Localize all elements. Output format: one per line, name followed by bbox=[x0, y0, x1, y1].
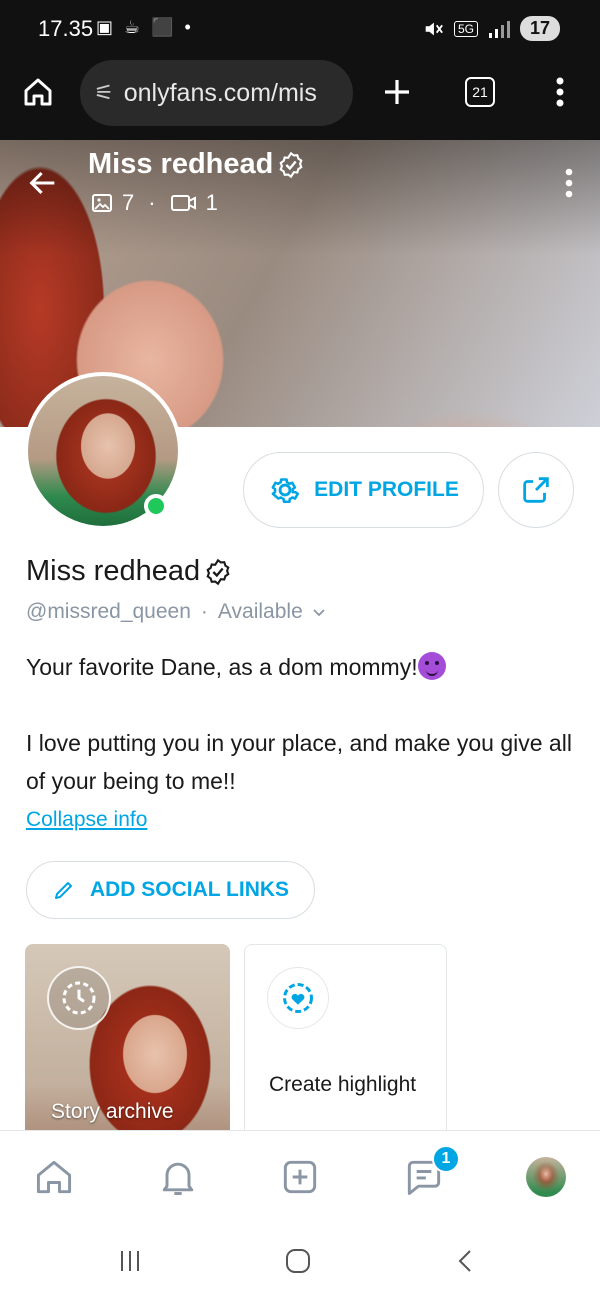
cover-name: Miss redhead bbox=[88, 148, 274, 180]
verified-icon bbox=[279, 151, 303, 178]
recent-apps-button[interactable] bbox=[110, 1244, 150, 1278]
notification-icons: ▣ ☕ ⬛ • bbox=[96, 17, 194, 37]
video-icon bbox=[170, 195, 196, 211]
bio-line-2: I love putting you in your place, and ma… bbox=[26, 730, 572, 794]
availability-status: Available bbox=[217, 600, 303, 623]
tab-switcher-button[interactable]: 21 bbox=[458, 70, 502, 114]
home-button[interactable] bbox=[16, 70, 60, 114]
profile-more-button[interactable] bbox=[564, 168, 574, 203]
add-social-links-button[interactable]: ADD SOCIAL LINKS bbox=[26, 861, 315, 919]
share-profile-button[interactable] bbox=[498, 452, 574, 528]
edit-profile-button[interactable]: EDIT PROFILE bbox=[243, 452, 484, 528]
username-handle: @missred_queen bbox=[26, 600, 191, 623]
system-back-button[interactable] bbox=[446, 1244, 486, 1278]
bio-line-1: Your favorite Dane, as a dom mommy! bbox=[26, 648, 574, 686]
arrow-left-icon bbox=[29, 171, 55, 195]
nav-profile-avatar[interactable] bbox=[526, 1157, 566, 1197]
story-archive-label: Story archive bbox=[51, 1100, 174, 1123]
back-button[interactable] bbox=[26, 166, 60, 205]
heart-circle-icon bbox=[267, 967, 329, 1029]
profile-display-name: Miss redhead bbox=[26, 555, 232, 588]
cover-title: Miss redhead bbox=[88, 148, 305, 181]
url-bar[interactable]: ⚟ onlyfans.com/mis bbox=[80, 60, 353, 126]
create-highlight-card[interactable]: Create highlight bbox=[244, 944, 447, 1144]
mute-icon bbox=[425, 22, 443, 35]
network-label: 5G bbox=[453, 20, 478, 37]
nav-home[interactable] bbox=[30, 1153, 78, 1201]
more-vertical-icon bbox=[556, 77, 564, 107]
chevron-left-icon bbox=[458, 1250, 471, 1272]
status-time: 17.35 bbox=[38, 16, 94, 41]
gear-icon bbox=[271, 478, 300, 504]
nav-new-post[interactable] bbox=[276, 1153, 324, 1201]
signal-icon bbox=[488, 20, 510, 38]
nav-notifications[interactable] bbox=[154, 1153, 202, 1201]
bio-line-1-text: Your favorite Dane, as a dom mommy! bbox=[26, 654, 418, 680]
add-square-icon bbox=[283, 1160, 317, 1194]
availability-dropdown[interactable]: Available bbox=[218, 600, 327, 624]
home-icon bbox=[24, 78, 52, 106]
new-tab-button[interactable] bbox=[375, 70, 419, 114]
recent-apps-icon bbox=[121, 1251, 139, 1271]
story-archive-card[interactable]: Story archive bbox=[25, 944, 230, 1144]
chevron-down-icon bbox=[313, 609, 325, 617]
online-status-dot bbox=[144, 494, 168, 518]
more-vertical-icon bbox=[565, 168, 573, 198]
home-icon bbox=[36, 1160, 72, 1194]
system-home-button[interactable] bbox=[278, 1244, 318, 1278]
photos-count: 7 bbox=[122, 190, 135, 215]
handle-separator: · bbox=[200, 600, 208, 623]
battery-indicator: 17 bbox=[519, 16, 560, 41]
pencil-icon bbox=[54, 882, 72, 899]
create-highlight-label: Create highlight bbox=[269, 1073, 417, 1096]
messages-badge: 1 bbox=[432, 1145, 460, 1173]
bottom-navigation: 1 bbox=[0, 1130, 600, 1222]
plus-icon bbox=[385, 80, 409, 104]
stats-separator: · bbox=[148, 190, 156, 215]
add-social-links-label: ADD SOCIAL LINKS bbox=[89, 878, 290, 901]
image-icon bbox=[92, 194, 112, 212]
display-name-text: Miss redhead bbox=[26, 555, 201, 587]
edit-profile-label: EDIT PROFILE bbox=[314, 478, 459, 501]
site-settings-icon[interactable]: ⚟ bbox=[94, 80, 114, 106]
verified-icon bbox=[206, 558, 230, 585]
share-icon bbox=[523, 477, 549, 503]
cover-stats: 7 · 1 bbox=[90, 190, 218, 216]
url-text: onlyfans.com/mis bbox=[123, 78, 317, 107]
home-circle-icon bbox=[286, 1249, 310, 1273]
system-navigation-bar bbox=[0, 1222, 600, 1300]
tab-count: 21 bbox=[465, 77, 495, 107]
status-right: 5G 17 bbox=[422, 16, 560, 41]
smiling-devil-emoji-icon bbox=[417, 652, 446, 680]
bell-icon bbox=[162, 1162, 194, 1195]
collapse-info-link[interactable]: Collapse info bbox=[26, 808, 147, 832]
browser-toolbar: ⚟ onlyfans.com/mis 21 bbox=[0, 58, 600, 140]
status-bar: 17.35 ▣ ☕ ⬛ • 5G 17 bbox=[0, 0, 600, 58]
videos-count: 1 bbox=[205, 190, 218, 215]
handle-row: @missred_queen · Available bbox=[26, 600, 327, 624]
browser-menu-button[interactable] bbox=[538, 70, 582, 114]
profile-bio: Your favorite Dane, as a dom mommy! I lo… bbox=[26, 648, 574, 800]
clock-history-icon bbox=[47, 966, 111, 1030]
